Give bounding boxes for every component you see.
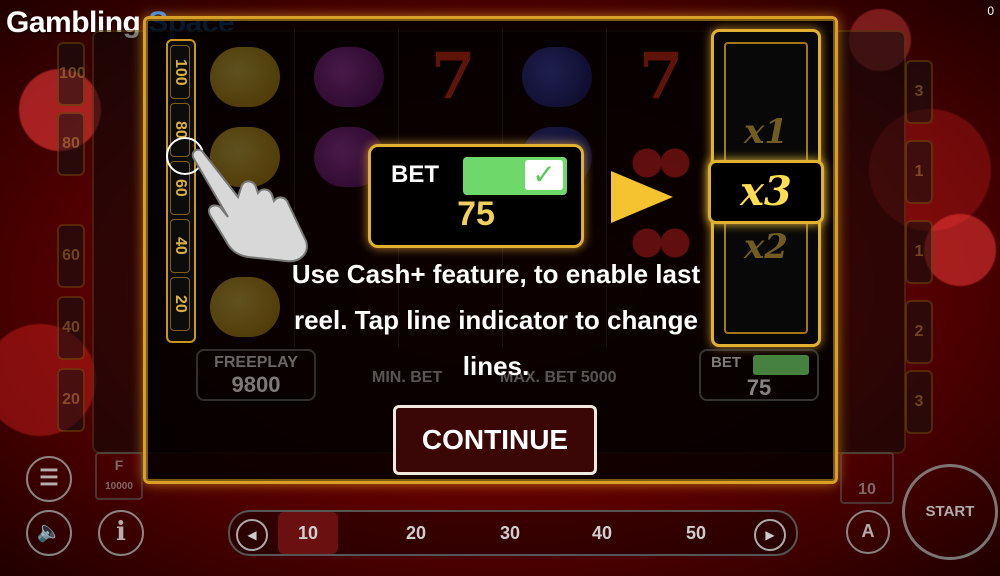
balance-panel-value: 10000 xyxy=(105,481,133,492)
check-icon: ✓ xyxy=(525,160,563,190)
tutorial-message: Use Cash+ feature, to enable last reel. … xyxy=(291,259,701,381)
chevron-right-icon: ▶ xyxy=(765,528,775,542)
left-line-marker[interactable]: 60 xyxy=(57,224,85,288)
lines-option[interactable]: 20 xyxy=(386,512,446,554)
bet-value: 75 xyxy=(457,195,495,233)
left-line-marker[interactable]: 20 xyxy=(57,368,85,432)
continue-button[interactable]: CONTINUE xyxy=(393,405,597,475)
lemon-symbol xyxy=(210,47,280,107)
cash-plus-toggle[interactable]: ✓ xyxy=(463,157,567,195)
lines-option-active[interactable]: 10 xyxy=(278,512,338,554)
balance-panel: F 10000 xyxy=(95,452,143,500)
right-line-marker[interactable]: 1 xyxy=(905,220,933,284)
left-line-marker-label: 20 xyxy=(62,391,80,408)
left-line-marker[interactable]: 80 xyxy=(57,112,85,176)
right-line-marker-label: 1 xyxy=(914,163,924,180)
autoplay-button[interactable]: A xyxy=(846,510,890,554)
right-line-marker-label: 3 xyxy=(914,393,924,410)
tutorial-dialog: 7 7 100 80 60 40 20 BET ✓ 75 x1 x2 x3 FR… xyxy=(143,16,838,484)
corner-counter: 0 xyxy=(987,4,994,18)
start-button[interactable]: START xyxy=(902,464,998,560)
right-line-marker-label: 3 xyxy=(914,83,924,100)
line-option[interactable]: 100 xyxy=(170,45,190,99)
win-panel: 10 xyxy=(840,452,894,504)
plum-symbol xyxy=(522,47,592,107)
autoplay-icon: A xyxy=(861,521,875,541)
lines-option[interactable]: 30 xyxy=(480,512,540,554)
lines-selector: ◀ 10 20 30 40 50 ▶ xyxy=(228,510,798,556)
arrow-right-icon xyxy=(611,171,673,223)
bet-toggle-highlight[interactable]: BET ✓ 75 xyxy=(368,144,584,248)
right-line-marker[interactable]: 3 xyxy=(905,370,933,434)
pointing-hand-icon xyxy=(191,148,308,263)
menu-button[interactable]: ☰ xyxy=(26,456,72,502)
bet-label: BET xyxy=(391,161,439,188)
grape-symbol xyxy=(314,47,384,107)
sound-button[interactable]: 🔈 xyxy=(26,510,72,556)
chevron-left-icon: ◀ xyxy=(247,528,257,542)
left-line-marker[interactable]: 100 xyxy=(57,42,86,106)
lines-prev-button[interactable]: ◀ xyxy=(236,519,268,551)
left-line-marker-label: 40 xyxy=(62,319,80,336)
multiplier-x3-selected: x3 xyxy=(708,160,824,224)
multiplier-x2: x2 xyxy=(744,227,788,267)
lines-option[interactable]: 40 xyxy=(572,512,632,554)
balance-panel-label: F xyxy=(114,457,124,473)
lines-option[interactable]: 50 xyxy=(666,512,726,554)
right-line-marker[interactable]: 1 xyxy=(905,140,933,204)
lines-next-button[interactable]: ▶ xyxy=(754,519,786,551)
left-line-marker-label: 60 xyxy=(62,247,80,264)
right-line-marker-label: 2 xyxy=(914,323,924,340)
right-line-marker[interactable]: 3 xyxy=(905,60,933,124)
menu-icon: ☰ xyxy=(39,465,59,490)
seven-symbol: 7 xyxy=(638,39,684,114)
seven-symbol: 7 xyxy=(430,39,476,114)
win-panel-value: 10 xyxy=(858,481,876,498)
start-label: START xyxy=(925,503,975,520)
speaker-icon: 🔈 xyxy=(36,521,62,543)
left-line-marker[interactable]: 40 xyxy=(57,296,85,360)
right-line-marker-label: 1 xyxy=(914,243,924,260)
left-line-marker-label: 80 xyxy=(62,135,80,152)
left-line-marker-label: 100 xyxy=(59,65,86,82)
multiplier-x1: x1 xyxy=(744,112,788,152)
info-icon: i xyxy=(116,517,126,547)
bet-panel-toggle xyxy=(753,355,809,375)
right-line-marker[interactable]: 2 xyxy=(905,300,933,364)
multiplier-reel: x1 x2 x3 xyxy=(708,29,824,347)
info-button[interactable]: i xyxy=(98,510,144,556)
line-option[interactable]: 20 xyxy=(170,277,190,331)
